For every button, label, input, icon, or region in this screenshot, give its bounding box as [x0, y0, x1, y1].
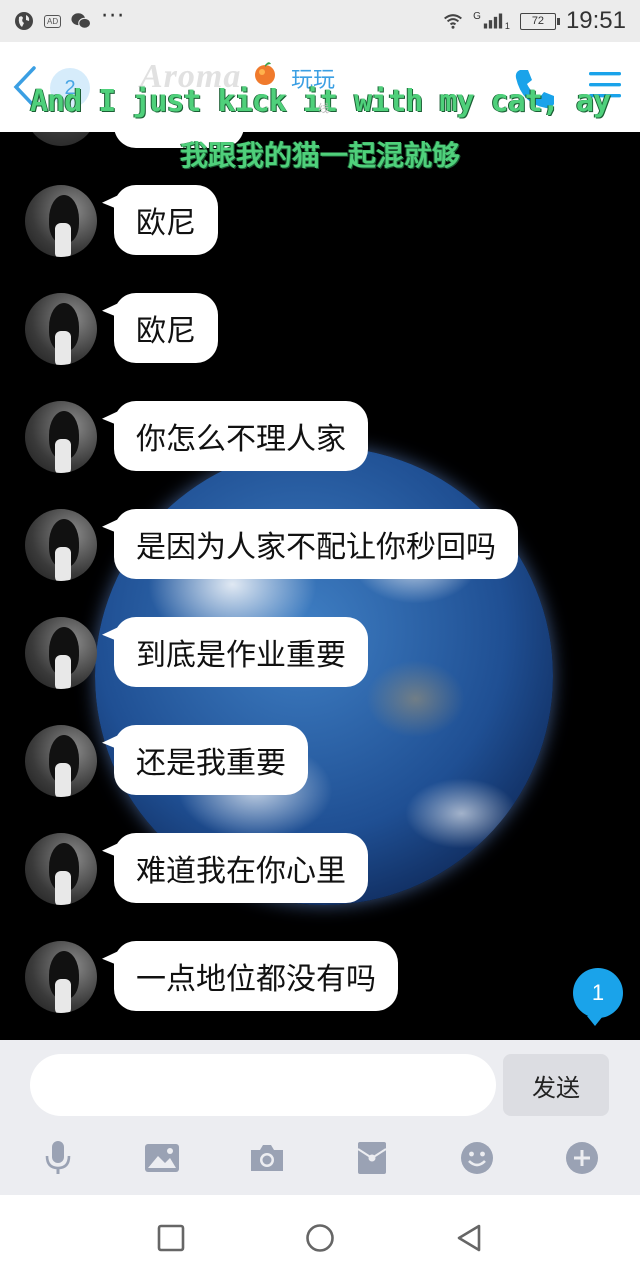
signal-icon	[483, 11, 503, 31]
avatar[interactable]	[25, 509, 97, 581]
title-tiny-mark: 线	[318, 102, 329, 115]
message-row: 是因为人家不配让你秒回吗	[0, 504, 640, 584]
input-bar: 发送	[0, 1040, 640, 1195]
message-bubble[interactable]: 一点地位都没有吗	[114, 941, 398, 1011]
message-row: 难道我在你心里	[0, 828, 640, 908]
circle-icon[interactable]	[303, 1221, 337, 1255]
status-bar: AD ··· G 1 72 19:51	[0, 0, 640, 42]
new-message-badge[interactable]: 1	[573, 968, 623, 1026]
message-row: 欧尼	[0, 180, 640, 260]
avatar[interactable]	[25, 293, 97, 365]
status-right: G 1 72 19:51	[443, 7, 626, 35]
clock: 19:51	[565, 7, 626, 34]
avatar[interactable]	[25, 401, 97, 473]
message-row: 还是我重要	[0, 720, 640, 800]
message-row: 欧尼	[0, 288, 640, 368]
message-bubble[interactable]: 欧尼	[114, 293, 218, 363]
send-button[interactable]: 发送	[503, 1054, 609, 1116]
plus-icon[interactable]	[562, 1138, 602, 1178]
message-bubble[interactable]: 难道我在你心里	[114, 833, 368, 903]
avatar[interactable]	[25, 725, 97, 797]
fire-fruit-icon	[251, 58, 279, 86]
message-bubble[interactable]: 欧尼	[114, 185, 218, 255]
message-input[interactable]	[30, 1054, 496, 1116]
avatar[interactable]	[25, 617, 97, 689]
triangle-back-icon[interactable]	[452, 1221, 486, 1255]
lyric-chinese: 我跟我的猫一起混就够	[179, 139, 460, 172]
message-bubble[interactable]: 是因为人家不配让你秒回吗	[114, 509, 518, 579]
system-navigation-bar	[0, 1195, 640, 1280]
microphone-icon[interactable]	[38, 1138, 78, 1178]
wechat-icon	[71, 11, 92, 31]
network-type: G	[473, 10, 481, 22]
avatar[interactable]	[25, 833, 97, 905]
ad-icon: AD	[44, 14, 62, 28]
message-row: 你怎么不理人家	[0, 396, 640, 476]
square-icon[interactable]	[154, 1221, 188, 1255]
image-icon[interactable]	[142, 1138, 182, 1178]
avatar[interactable]	[25, 941, 97, 1013]
signal-sub: 1	[504, 21, 510, 31]
chat-area[interactable]: 欧尼 欧尼 你怎么不理人家 是因为人家不配让你秒回吗 到底是作业重要 还是我重要…	[0, 132, 640, 1040]
status-left: AD ···	[14, 6, 125, 31]
camera-icon[interactable]	[247, 1138, 287, 1178]
wifi-icon	[443, 11, 463, 31]
message-bubble[interactable]: 到底是作业重要	[114, 617, 368, 687]
avatar[interactable]	[25, 185, 97, 257]
battery-icon: 72	[519, 12, 560, 30]
more-notifications-icon: ···	[101, 4, 126, 29]
red-packet-icon[interactable]	[352, 1138, 392, 1178]
message-row: 一点地位都没有吗	[0, 936, 640, 1016]
message-bubble[interactable]: 你怎么不理人家	[114, 401, 368, 471]
battery-level: 72	[531, 15, 545, 27]
message-bubble[interactable]: 还是我重要	[114, 725, 308, 795]
emoji-icon[interactable]	[457, 1138, 497, 1178]
message-row: 到底是作业重要	[0, 612, 640, 692]
globe-icon	[14, 11, 34, 31]
